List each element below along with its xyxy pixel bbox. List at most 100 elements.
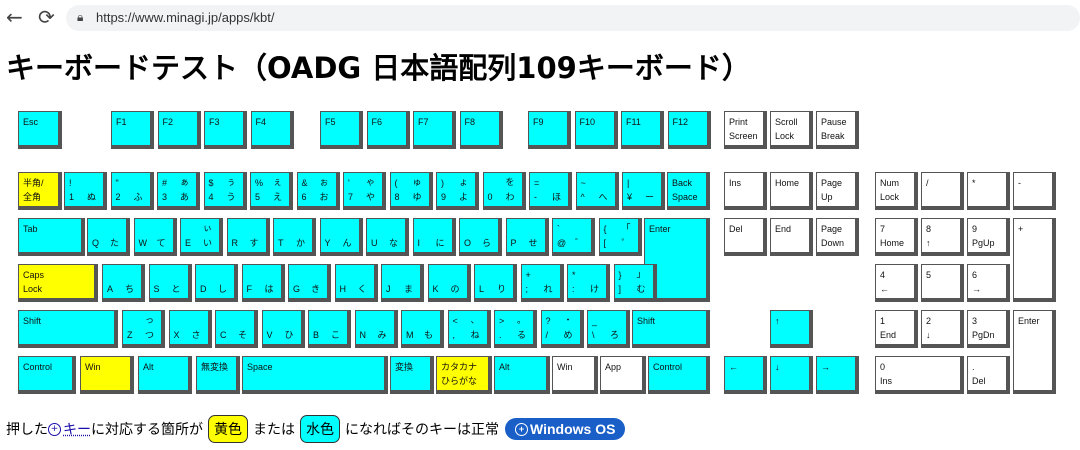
key-d0[interactable]: 0 をわ <box>482 172 526 210</box>
key-down[interactable]: ↓ <box>770 356 813 394</box>
key-n[interactable]: Nみ <box>354 310 398 348</box>
key-kp9[interactable]: 9 PgUp <box>967 218 1010 256</box>
key-f3[interactable]: F3 <box>204 111 247 149</box>
key-pgdn[interactable]: Page Down <box>816 218 859 256</box>
key-lshift[interactable]: Shift <box>18 310 118 348</box>
key-f4[interactable]: F4 <box>250 111 294 149</box>
key-kpdot[interactable]: . Del <box>967 356 1010 394</box>
key-numlock[interactable]: Num Lock <box>875 172 918 210</box>
key-bk[interactable]: Bこ <box>308 310 351 348</box>
reload-icon[interactable]: ⟳ <box>38 7 55 27</box>
key-lctrl[interactable]: Control <box>18 356 76 394</box>
key-pause[interactable]: Pause Break <box>816 111 859 149</box>
key-period[interactable]: >. 。る <box>494 310 537 348</box>
key-kp5[interactable]: 5 <box>921 264 964 302</box>
key-f11[interactable]: F11 <box>621 111 664 149</box>
key-left[interactable]: ← <box>724 356 767 394</box>
key-kpsub[interactable]: - <box>1013 172 1056 210</box>
key-colon[interactable]: *: け <box>567 264 610 302</box>
key-del[interactable]: Del <box>724 218 767 256</box>
key-f12[interactable]: F12 <box>667 111 711 149</box>
key-f1[interactable]: F1 <box>111 111 154 149</box>
key-j[interactable]: Jま <box>381 264 424 302</box>
key-u[interactable]: Uな <box>366 218 409 256</box>
key-d1[interactable]: ! 1 ぬ <box>64 172 107 210</box>
address-bar[interactable]: 🔒︎ https://www.minagi.jp/apps/kbt/ <box>66 5 1080 31</box>
key-kp1[interactable]: 1 End <box>875 310 918 348</box>
key-rwin[interactable]: Win <box>552 356 598 394</box>
key-minus[interactable]: = - ほ <box>529 172 572 210</box>
key-kp3[interactable]: 3 PgDn <box>967 310 1010 348</box>
key-kp7[interactable]: 7 Home <box>875 218 918 256</box>
key-kpenter[interactable]: Enter <box>1013 310 1056 394</box>
key-k[interactable]: Kの <box>427 264 471 302</box>
key-l[interactable]: Lり <box>474 264 517 302</box>
key-kp8[interactable]: 8 ↑ <box>921 218 964 256</box>
site-info-icon[interactable]: 🔒︎ <box>77 10 83 25</box>
key-at[interactable]: ` @ ゛ <box>552 218 595 256</box>
key-f9[interactable]: F9 <box>528 111 571 149</box>
windows-os-button[interactable]: + Windows OS <box>505 418 626 440</box>
key-z[interactable]: Z っつ <box>122 310 165 348</box>
key-d3[interactable]: #3 ぁあ <box>157 172 200 210</box>
key-kp4[interactable]: 4 ← <box>875 264 918 302</box>
key-scroll[interactable]: Scroll Lock <box>770 111 813 149</box>
key-d5[interactable]: % 5 ぇえ <box>250 172 293 210</box>
key-space[interactable]: Space <box>242 356 388 394</box>
key-tab[interactable]: Tab <box>18 218 85 256</box>
key-semi[interactable]: +; れ <box>520 264 564 302</box>
key-rshift[interactable]: Shift <box>632 310 710 348</box>
key-v[interactable]: Vひ <box>261 310 305 348</box>
key-p[interactable]: Pせ <box>505 218 549 256</box>
key-c[interactable]: Cそ <box>215 310 258 348</box>
key-y[interactable]: Yん <box>319 218 363 256</box>
key-rbr[interactable]: }] 」む <box>613 264 657 302</box>
key-app[interactable]: App <box>600 356 646 394</box>
key-bs[interactable]: Back Space <box>667 172 710 210</box>
key-h[interactable]: Hく <box>334 264 378 302</box>
key-comma[interactable]: <, 、ね <box>447 310 491 348</box>
key-i[interactable]: Iに <box>412 218 456 256</box>
key-w[interactable]: Wて <box>133 218 177 256</box>
key-d7[interactable]: ' 7 ゃや <box>343 172 386 210</box>
key-henkan[interactable]: 変換 <box>390 356 434 394</box>
key-muhenkan[interactable]: 無変換 <box>196 356 240 394</box>
key-f5[interactable]: F5 <box>320 111 363 149</box>
key-d2[interactable]: " 2 ふ <box>110 172 154 210</box>
key-kp6[interactable]: 6 → <box>967 264 1010 302</box>
key-d4[interactable]: $4 ぅう <box>203 172 247 210</box>
key-lalt[interactable]: Alt <box>138 356 192 394</box>
key-r[interactable]: Rす <box>226 218 270 256</box>
key-kpdiv[interactable]: / <box>921 172 964 210</box>
back-arrow-icon[interactable]: ← <box>6 7 23 27</box>
key-f6[interactable]: F6 <box>366 111 410 149</box>
key-kpadd[interactable]: + <box>1013 218 1056 302</box>
key-pgup[interactable]: Page Up <box>816 172 859 210</box>
key-q[interactable]: Qた <box>87 218 130 256</box>
key-d8[interactable]: (8 ゅゆ <box>389 172 433 210</box>
key-rctrl[interactable]: Control <box>648 356 710 394</box>
key-home[interactable]: Home <box>770 172 813 210</box>
key-f7[interactable]: F7 <box>413 111 456 149</box>
key-x[interactable]: Xさ <box>168 310 212 348</box>
key-s[interactable]: Sと <box>148 264 192 302</box>
key-lbr[interactable]: {[「゜ <box>598 218 642 256</box>
key-f[interactable]: Fは <box>241 264 285 302</box>
key-t[interactable]: Tか <box>273 218 316 256</box>
key-print[interactable]: Print Screen <box>724 111 767 149</box>
key-link[interactable]: キー <box>63 419 91 439</box>
key-m[interactable]: Mも <box>401 310 444 348</box>
key-d9[interactable]: ) 9 ょよ <box>436 172 479 210</box>
key-hankaku[interactable]: 半角/ 全角 <box>18 172 62 210</box>
key-f10[interactable]: F10 <box>574 111 618 149</box>
key-kp2[interactable]: 2 ↓ <box>921 310 964 348</box>
key-e[interactable]: E ぃい <box>180 218 223 256</box>
key-bslash[interactable]: _ \ ろ <box>587 310 630 348</box>
key-esc[interactable]: Esc <box>18 111 62 149</box>
key-f2[interactable]: F2 <box>157 111 201 149</box>
key-d[interactable]: Dし <box>195 264 238 302</box>
key-d6[interactable]: & 6 ぉお <box>296 172 340 210</box>
key-ins[interactable]: Ins <box>724 172 767 210</box>
key-kpmul[interactable]: * <box>967 172 1010 210</box>
key-up[interactable]: ↑ <box>770 310 813 348</box>
